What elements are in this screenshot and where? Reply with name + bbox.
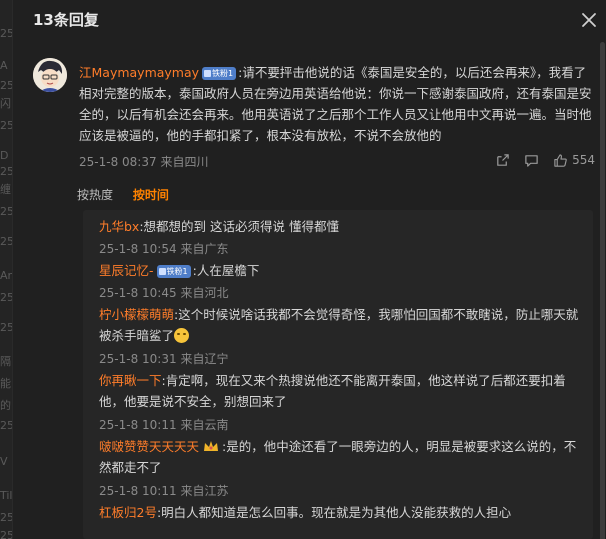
scrollbar[interactable] <box>599 40 606 539</box>
reply-text: :人在屋檐下 <box>192 263 260 278</box>
reply-list: 九华bx:想都想的到 这话必须得说 懂得都懂 25-1-8 10:54 来自广东… <box>83 210 593 539</box>
reply-source: 来自江苏 <box>180 484 229 498</box>
reply-text: :想都想的到 这话必须得说 懂得都懂 <box>139 219 340 234</box>
reply-item: 柠小檬檬萌萌:这个时候说啥话我都不会觉得奇怪，我哪怕回国都不敢瞎说，防止哪天就被… <box>99 304 585 346</box>
comment-icon <box>525 154 538 167</box>
badge-icon <box>204 70 212 77</box>
reply-source: 来自云南 <box>180 418 229 432</box>
background-text: 闪 <box>0 97 11 110</box>
crown-badge-icon <box>204 441 219 451</box>
reply-time: 25-1-8 10:31 <box>99 352 177 366</box>
reply-username[interactable]: 星辰记忆- <box>99 263 154 278</box>
reply-username[interactable]: 你再瞅一下 <box>99 373 162 388</box>
comment-body: 江Maymaymaymay 铁粉1:请不要抨击他说的话《泰国是安全的，以后还会再来… <box>79 62 595 146</box>
grin-emoji-icon <box>174 328 190 343</box>
reply-meta: 25-1-8 10:11 来自云南 <box>99 416 228 433</box>
reply-source: 来自辽宁 <box>180 352 229 366</box>
reply-text: :肯定啊，现在又来个热搜说他还不能离开泰国，他这样说了后都还要扣着他，他要是说不… <box>99 373 566 409</box>
reply-text: :明白人都知道是怎么回事。现在就是为其他人没能获救的人担心 <box>156 505 512 520</box>
reply-time: 25-1-8 10:54 <box>99 242 177 256</box>
reply-username[interactable]: 柠小檬檬萌萌 <box>99 307 174 322</box>
fan-badge-label: 铁粉1 <box>166 267 188 276</box>
reply-meta: 25-1-8 10:45 来自河北 <box>99 284 228 301</box>
reply-meta: 25-1-8 10:11 来自江苏 <box>99 482 228 499</box>
like-icon <box>554 153 567 167</box>
share-icon <box>497 153 509 166</box>
background-text: 能 <box>0 377 11 390</box>
reply-source: 来自广东 <box>180 242 229 256</box>
reply-time: 25-1-8 10:11 <box>99 418 177 432</box>
background-text: Ar <box>0 269 13 282</box>
like-button[interactable]: 554 <box>553 153 595 168</box>
reply-meta: 25-1-8 10:54 来自广东 <box>99 240 228 257</box>
dialog-title: 13条回复 <box>33 11 99 29</box>
comment-source: 来自四川 <box>160 155 209 169</box>
badge-icon <box>158 268 166 275</box>
comment-time: 25-1-8 08:37 来自四川 <box>79 153 208 170</box>
background-text: V <box>0 455 8 468</box>
reply-meta: 25-1-8 10:31 来自辽宁 <box>99 350 228 367</box>
avatar[interactable] <box>33 58 67 92</box>
close-icon[interactable] <box>579 10 599 30</box>
reply-item: 杠板归2号:明白人都知道是怎么回事。现在就是为其他人没能获救的人担心 <box>99 502 585 523</box>
reply-source: 来自河北 <box>180 286 229 300</box>
replies-dialog: 13条回复 江Maymaymaymay 铁粉1:请不要抨击他说的话《泰国是安全的，… <box>12 0 606 539</box>
reply-username[interactable]: 九华bx <box>99 219 139 234</box>
fan-badge-label: 铁粉1 <box>212 69 234 78</box>
reply-username[interactable]: 啵啵赞赞天天天天 <box>99 439 199 454</box>
fan-badge: 铁粉1 <box>202 67 237 80</box>
tab-sort-hot[interactable]: 按热度 <box>77 188 113 202</box>
scrollbar-thumb[interactable] <box>600 42 605 539</box>
reply-item: 星辰记忆- 铁粉1 :人在屋檐下 <box>99 260 585 281</box>
reply-time: 25-1-8 10:45 <box>99 286 177 300</box>
dialog-header: 13条回复 <box>13 0 606 40</box>
background-page-strip: 25 A 25 闪 25 D 25 缠 25 25 Ar 25 25 隔 能 的… <box>0 0 14 539</box>
tab-sort-time[interactable]: 按时间 <box>133 188 169 202</box>
sort-tabs: 按热度 按时间 <box>77 186 185 203</box>
reply-item: 啵啵赞赞天天天天:是的，他中途还看了一眼旁边的人，明显是被要求这么说的，不然都走… <box>99 436 585 478</box>
comment-username[interactable]: 江Maymaymaymay <box>79 65 199 80</box>
share-button[interactable] <box>495 153 510 168</box>
comment-date: 25-1-8 08:37 <box>79 155 157 169</box>
background-text: 缠 <box>0 183 11 196</box>
background-text: Til <box>0 489 13 502</box>
reply-item: 九华bx:想都想的到 这话必须得说 懂得都懂 <box>99 216 585 237</box>
comment-actions: 554 <box>495 150 595 170</box>
fan-badge: 铁粉1 <box>156 265 191 278</box>
background-text: A <box>0 59 8 72</box>
background-text: 隔 <box>0 355 11 368</box>
like-count: 554 <box>572 153 595 167</box>
comment-button[interactable] <box>524 153 539 168</box>
reply-time: 25-1-8 10:11 <box>99 484 177 498</box>
background-text: D <box>0 149 9 162</box>
comment-meta: 25-1-8 08:37 来自四川 554 <box>79 150 595 170</box>
reply-username[interactable]: 杠板归2号 <box>99 505 157 520</box>
reply-item: 你再瞅一下:肯定啊，现在又来个热搜说他还不能离开泰国，他这样说了后都还要扣着他，… <box>99 370 585 412</box>
background-text: 的 <box>0 399 11 412</box>
